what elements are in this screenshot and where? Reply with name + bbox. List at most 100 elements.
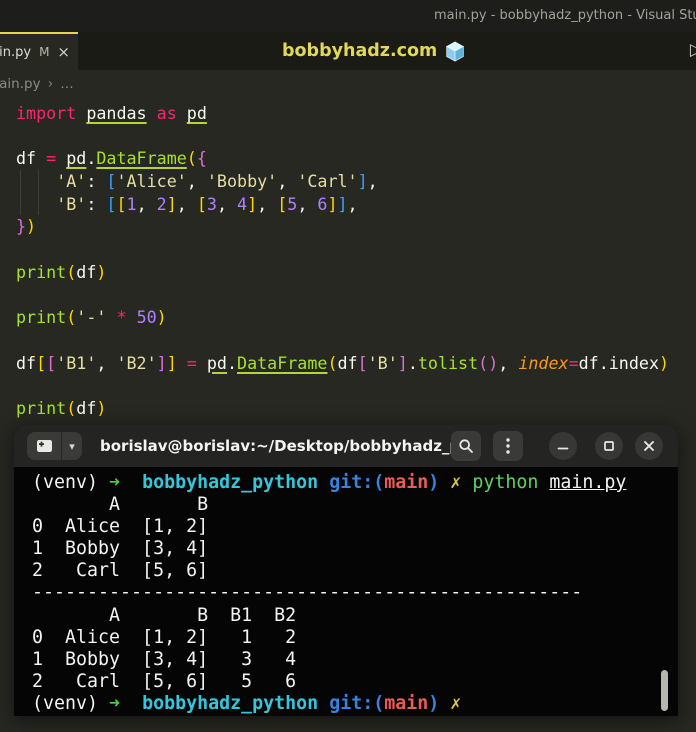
terminal-segment: (venv) [32,692,110,714]
maximize-button[interactable] [595,432,623,460]
terminal-segment: A B [32,494,209,516]
code-segment: ] [357,171,368,192]
terminal-line: (venv) ➜ bobbyhadz_python git:(main) ✗ [32,693,678,715]
code-segment: print [16,397,67,418]
terminal-line: 1 Bobby [3, 4] [32,538,678,560]
new-tab-button[interactable] [27,432,61,460]
terminal-title: borislav@borislav:~/Desktop/bobbyhadz_py… [100,437,451,455]
terminal-segment: ➜ [109,692,121,714]
code-segment: df [16,148,47,169]
code-segment: 'Bobby' [206,171,278,192]
code-segment: index [518,352,569,373]
code-segment: , [257,193,278,214]
code-segment: , [277,171,298,192]
terminal-segment: ) [428,472,440,493]
terminal-line: (venv) ➜ bobbyhadz_python git:(main) ✗ p… [32,472,678,494]
code-line: 'B': [[1, 2], [3, 4], [5, 6]], [16,192,696,216]
terminal-segment [461,472,472,493]
terminal-segment: ----------------------------------------… [32,582,583,604]
code-line: df = pd.DataFrame({ [16,147,696,170]
code-segment: [ [106,193,117,214]
code-segment: df [337,352,358,373]
terminal-line: A B [32,494,678,516]
search-button[interactable] [451,431,481,461]
chevron-down-icon: ▾ [69,439,75,453]
code-segment: pandas [86,103,147,123]
code-segment: 5 [287,193,298,214]
code-segment: [ [277,193,288,214]
code-segment: 'B1' [56,352,97,373]
close-icon [644,441,654,451]
code-segment: '-' [76,307,107,328]
code-segment: ] [327,193,338,214]
breadcrumb-file: main.py [0,76,41,92]
terminal-segment [439,693,450,714]
code-segment: print [16,307,67,328]
code-segment: [ [106,171,117,192]
code-segment: ( [327,352,338,373]
code-area[interactable]: import pandas as pd df = pd.DataFrame({ … [0,98,696,420]
tab-close-icon[interactable]: × [57,43,70,61]
code-segment: } [16,216,27,237]
breadcrumb[interactable]: main.py › … [0,70,74,98]
code-segment: ( [66,261,77,282]
code-segment: 3 [206,193,217,214]
run-file-button[interactable]: ▷ [690,40,696,60]
code-segment: , [96,352,117,373]
code-segment: 'Alice' [116,171,187,192]
terminal-segment: 1 Bobby [3, 4] [32,538,209,560]
code-segment: () [478,352,499,373]
terminal-segment: ➜ [109,472,121,493]
code-segment: , [498,352,519,373]
terminal-segment [318,693,329,714]
code-segment: [ [196,193,207,214]
code-segment: print [16,261,67,282]
code-segment: DataFrame [96,148,187,169]
terminal-segment: 2 Carl [5, 6] 5 6 [32,670,297,692]
terminal-segment: (venv) [32,472,110,493]
new-tab-combo: ▾ [27,432,82,460]
terminal-segment: ✗ [450,472,462,493]
terminal-titlebar[interactable]: ▾ borislav@borislav:~/Desktop/bobbyhadz_… [14,425,678,467]
code-segment: , [347,193,358,214]
terminal-scrollbar[interactable] [661,670,668,711]
code-segment: , [297,193,318,214]
code-segment: DataFrame [237,352,328,373]
terminal-line: 2 Carl [5, 6] 5 6 [32,671,678,693]
minimize-button[interactable] [549,432,577,460]
code-segment: df [16,352,37,373]
code-segment: 'B' [56,193,87,214]
code-segment: import [16,103,77,123]
code-segment: pd [206,352,227,373]
code-segment: [ [46,352,57,373]
code-segment: 'Carl' [297,171,358,192]
close-button[interactable] [635,432,663,460]
code-segment: ] [247,193,258,214]
terminal-window: ▾ borislav@borislav:~/Desktop/bobbyhadz_… [14,425,678,716]
code-segment: ) [96,261,107,282]
play-icon: ▷ [690,40,696,60]
code-segment: . [407,352,418,373]
terminal-body[interactable]: (venv) ➜ bobbyhadz_python git:(main) ✗ p… [14,467,678,715]
terminal-segment: 0 Alice [1, 2] [32,516,209,538]
code-segment: : [86,171,107,192]
menu-button[interactable] [493,431,523,461]
tab-main-py[interactable]: main.py M × [0,32,78,70]
magnifier-icon [459,439,473,453]
code-segment: ) [156,307,167,328]
terminal-segment: bobbyhadz_python [142,692,319,714]
code-segment: tolist [417,352,479,373]
window-titlebar: main.py - bobbyhadz_python - Visual Stud… [0,0,696,32]
code-segment: 50 [136,307,157,328]
new-tab-dropdown-button[interactable]: ▾ [62,432,82,460]
code-segment: df [76,397,97,418]
